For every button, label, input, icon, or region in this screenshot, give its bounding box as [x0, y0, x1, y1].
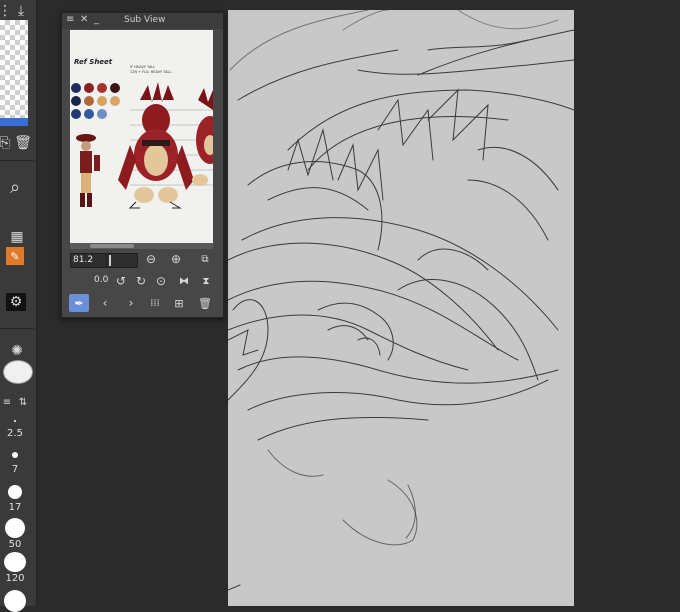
brush-size-label: 2.5 — [7, 428, 23, 439]
next-image-icon[interactable]: › — [122, 295, 140, 311]
rotation-value[interactable]: 0.0 — [94, 275, 108, 285]
palette-swatch — [97, 83, 107, 93]
brush-size-label: 17 — [8, 502, 22, 513]
flip-horizontal-icon[interactable]: ⧓ — [175, 273, 193, 289]
image-grid-icon[interactable]: ⁞⁞⁞ — [146, 295, 164, 311]
sub-view-title: Sub View — [124, 15, 166, 25]
palette-swatch — [84, 83, 94, 93]
selected-layer-bar[interactable] — [0, 118, 28, 126]
panel-menu-icon[interactable]: ≡ — [66, 14, 74, 25]
brush-size-settings-icon[interactable]: ⇅ — [12, 391, 34, 413]
brush-size-label: 120 — [5, 573, 25, 584]
brush-size-label: 50 — [8, 539, 22, 550]
ref-height-tag-1: 9' HEAVY TALL — [130, 65, 155, 69]
sub-view-titlebar[interactable]: ≡ ✕ _ Sub View — [62, 13, 223, 29]
palette-swatch — [71, 109, 81, 119]
brush-tool-icon[interactable]: ✎ — [6, 247, 24, 265]
ref-height-tag-2: 12ft + FLS: HEAVY TALL — [130, 70, 171, 74]
sketch-artwork — [228, 10, 574, 591]
settings-gear-icon[interactable]: ⚙ — [6, 293, 26, 311]
rotate-left-icon[interactable]: ↺ — [112, 273, 130, 289]
flip-vertical-icon[interactable]: ⧗ — [197, 273, 215, 289]
eyedropper-icon[interactable]: ✒ — [69, 294, 89, 312]
previous-image-icon[interactable]: ‹ — [96, 295, 114, 311]
palette-swatch — [97, 109, 107, 119]
palette-swatch — [110, 83, 120, 93]
palette-swatch — [97, 96, 107, 106]
palette-swatch — [110, 96, 120, 106]
delete-image-icon[interactable]: 🗑 — [196, 295, 214, 311]
fit-view-icon[interactable]: ⧉ — [196, 251, 214, 267]
minimize-icon[interactable]: _ — [94, 14, 99, 25]
zoom-out-icon[interactable]: ⊖ — [142, 251, 160, 267]
sub-view-panel[interactable]: ≡ ✕ _ Sub View Ref Sheet 9' HEAVY TALL 1… — [61, 12, 224, 318]
ref-sheet-heading: Ref Sheet — [74, 58, 113, 66]
zoom-in-icon[interactable]: ⊕ — [167, 251, 185, 267]
navigator-grid-icon[interactable]: ▦ — [6, 226, 28, 248]
layer-thumbnail-transparent[interactable] — [0, 20, 28, 118]
reference-sheet-art: Ref Sheet 9' HEAVY TALL 12ft + FLS: HEAV… — [70, 30, 213, 243]
rotate-right-icon[interactable]: ↻ — [132, 273, 150, 289]
brush-size-item[interactable]: 17 — [0, 485, 30, 513]
palette-swatch — [71, 83, 81, 93]
airbrush-preview-icon[interactable] — [3, 360, 33, 384]
brush-size-item[interactable]: 120 — [0, 552, 30, 584]
zoom-slider[interactable] — [106, 253, 138, 268]
palette-swatch — [84, 96, 94, 106]
layer-menu-icon[interactable]: ⋮ — [0, 0, 12, 22]
reset-rotation-icon[interactable]: ⊙ — [152, 273, 170, 289]
trash-icon[interactable]: 🗑 — [12, 132, 34, 154]
scrollbar-thumb[interactable] — [90, 244, 134, 248]
sparkle-brush-icon[interactable]: ✺ — [6, 340, 28, 362]
sub-view-scrollbar[interactable] — [70, 243, 213, 249]
zoom-input[interactable]: 81.2 — [70, 253, 108, 268]
brush-size-item[interactable]: 7 — [0, 452, 30, 475]
import-icon[interactable]: ⤓ — [10, 0, 32, 22]
close-icon[interactable]: ✕ — [80, 14, 88, 25]
import-image-icon[interactable]: ⊞ — [170, 295, 188, 311]
reference-image[interactable]: Ref Sheet 9' HEAVY TALL 12ft + FLS: HEAV… — [70, 30, 213, 243]
brush-size-item[interactable]: 2.5 — [0, 416, 30, 439]
left-tool-strip: ⋮ ⤓ ⎘ 🗑 ⌕ ▦ ✎ ⚙ ✺ ≡ ⇅ 2.5 7 17 50 120 — [0, 0, 37, 612]
palette-swatch — [71, 96, 81, 106]
palette-swatch — [84, 109, 94, 119]
brush-size-item[interactable]: 50 — [0, 518, 30, 550]
brush-size-item[interactable] — [4, 590, 26, 612]
zoom-slider-knob[interactable] — [109, 255, 111, 266]
search-icon[interactable]: ⌕ — [4, 176, 26, 198]
drawing-canvas[interactable] — [228, 10, 574, 606]
brush-size-label: 7 — [11, 464, 19, 475]
